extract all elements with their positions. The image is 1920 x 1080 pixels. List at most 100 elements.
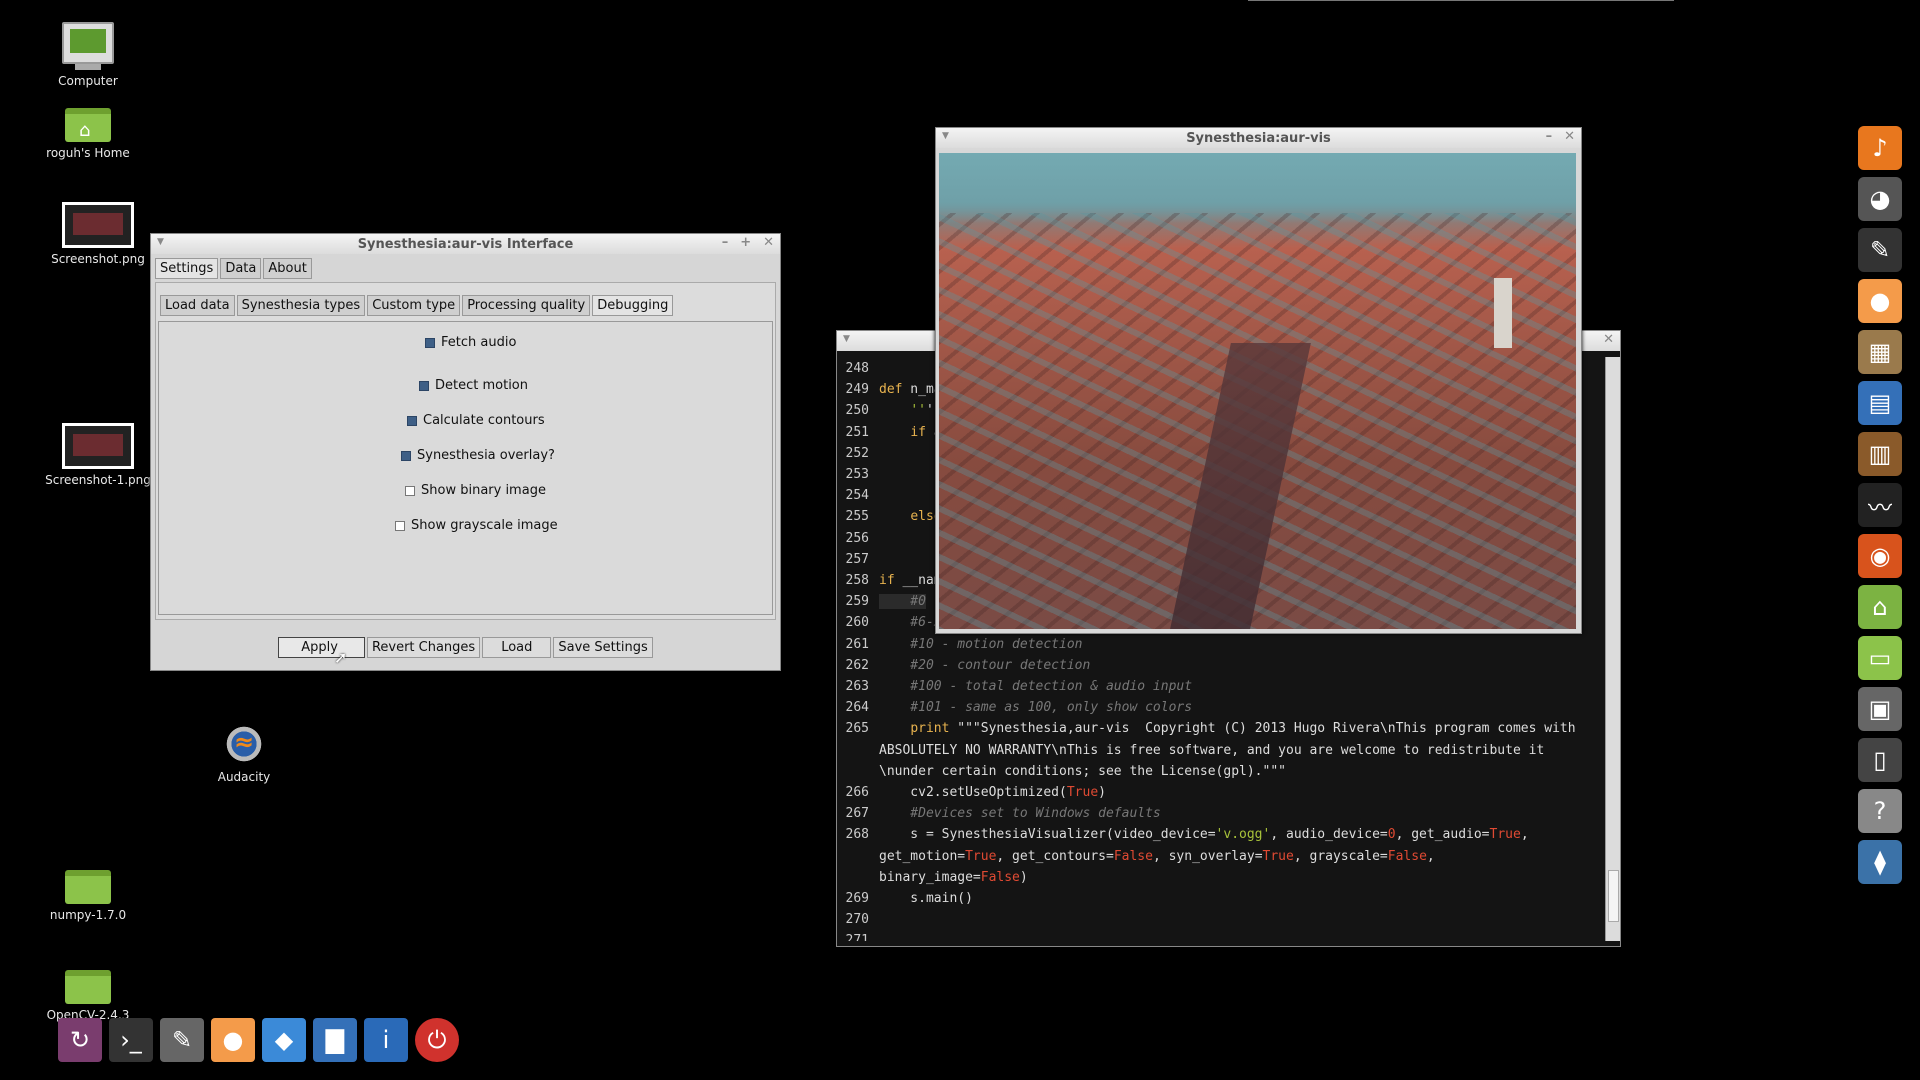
window-menu-icon[interactable]: ▼ [157, 237, 164, 247]
option-synesthesia-overlay[interactable]: Synesthesia overlay? [401, 448, 555, 463]
python-icon[interactable]: ⧫ [1858, 840, 1902, 884]
line-number: 266 [845, 785, 869, 800]
system-info-icon[interactable]: i [364, 1018, 408, 1062]
maximize-icon[interactable]: + [740, 235, 751, 250]
tab-synesthesia-types[interactable]: Synesthesia types [236, 295, 366, 316]
video-window[interactable]: ▼ Synesthesia:aur-vis – ✕ [935, 127, 1582, 634]
code-line[interactable]: #101 - same as 100, only show colors [879, 700, 1192, 715]
code-line[interactable]: binary_image=False) [879, 870, 1028, 885]
desktop-icon-numpy[interactable]: numpy-1.7.0 [33, 870, 143, 922]
settings-titlebar[interactable]: ▼ Synesthesia:aur-vis Interface – + ✕ [151, 234, 780, 254]
code-line[interactable]: def n_ma [879, 382, 942, 397]
desktop-icon-audacity[interactable]: Audacity [189, 722, 299, 784]
code-line[interactable]: else [879, 509, 941, 524]
dropbox-icon[interactable]: ◆ [262, 1018, 306, 1062]
debugging-panel: Fetch audio Detect motion Calculate cont… [158, 321, 773, 615]
scrollbar-thumb[interactable] [1608, 870, 1619, 922]
code-line[interactable]: \nunder certain conditions; see the Lice… [879, 764, 1286, 779]
home-folder-icon[interactable]: ⌂ [1858, 585, 1902, 629]
code-line[interactable]: get_motion=True, get_contours=False, syn… [879, 849, 1435, 864]
document-icon[interactable]: ▤ [1858, 381, 1902, 425]
code-line[interactable]: print """Synesthesia,aur-vis Copyright (… [879, 721, 1575, 736]
window-menu-icon[interactable]: ▼ [942, 131, 949, 141]
checkbox[interactable] [401, 450, 411, 461]
desktop-icon-label: Audacity [217, 770, 271, 784]
code-line[interactable]: #10 - motion detection [879, 637, 1082, 652]
video-titlebar[interactable]: ▼ Synesthesia:aur-vis – ✕ [936, 128, 1581, 148]
window-menu-icon[interactable]: ▼ [843, 334, 850, 344]
desktop-icon-computer[interactable]: Computer [33, 22, 143, 88]
code-line[interactable]: ABSOLUTELY NO WARRANTY\nThis is free sof… [879, 743, 1544, 758]
code-line[interactable]: #20 - contour detection [879, 658, 1090, 673]
library-icon[interactable]: ▥ [1858, 432, 1902, 476]
terminal-windows-icon[interactable]: ▯ [1858, 738, 1902, 782]
tab-processing-quality[interactable]: Processing quality [462, 295, 591, 316]
desktop-icon-screenshot-1[interactable]: Screenshot-1.png [43, 423, 153, 487]
inkscape-icon[interactable]: ✎ [1858, 228, 1902, 272]
code-line[interactable]: if a [879, 425, 941, 440]
code-line[interactable]: cv2.setUseOptimized(True) [879, 785, 1106, 800]
save-settings-button[interactable]: Save Settings [553, 637, 653, 658]
minimize-icon[interactable]: – [1546, 129, 1553, 144]
desktop-icon-opencv[interactable]: OpenCV-2.4.3 [33, 970, 143, 1022]
option-fetch-audio[interactable]: Fetch audio [425, 335, 516, 350]
code-line[interactable]: #6-5 [879, 615, 941, 630]
code-line[interactable]: #0 [879, 594, 926, 610]
tab-debugging[interactable]: Debugging [592, 295, 674, 316]
close-icon[interactable]: ✕ [763, 235, 774, 250]
tab-custom-type[interactable]: Custom type [367, 295, 461, 316]
desktop-icon-screenshot[interactable]: Screenshot.png [43, 202, 153, 266]
tab-load-data[interactable]: Load data [160, 295, 235, 316]
text-editor-icon[interactable]: ✎ [160, 1018, 204, 1062]
tab-data[interactable]: Data [220, 258, 262, 279]
apply-button[interactable]: Apply [278, 637, 365, 658]
system-stats-icon[interactable]: ▇ [313, 1018, 357, 1062]
audacity-icon [222, 722, 266, 766]
update-manager-icon[interactable]: ↻ [58, 1018, 102, 1062]
option-detect-motion[interactable]: Detect motion [419, 378, 528, 393]
gimp-icon[interactable]: ◕ [1858, 177, 1902, 221]
system-monitor-icon[interactable]: 〰 [1858, 483, 1902, 527]
code-line[interactable]: #Devices set to Windows defaults [879, 806, 1160, 821]
line-number: 254 [845, 488, 869, 504]
archive-manager-icon[interactable]: ▦ [1858, 330, 1902, 374]
mint-menu-icon[interactable]: ● [211, 1018, 255, 1062]
firefox-icon[interactable]: ◉ [1858, 534, 1902, 578]
line-number: 248 [845, 361, 869, 376]
settings-window[interactable]: ▼ Synesthesia:aur-vis Interface – + ✕ Se… [150, 233, 781, 671]
checkbox[interactable] [425, 337, 435, 348]
vertical-scrollbar[interactable] [1605, 357, 1620, 941]
code-line[interactable]: if __nam [879, 573, 942, 588]
code-line[interactable]: s.main() [879, 891, 973, 906]
mint-icon[interactable]: ● [1858, 279, 1902, 323]
checkbox[interactable] [419, 380, 429, 391]
terminal-icon[interactable]: ›_ [109, 1018, 153, 1062]
folder-icon[interactable]: ▭ [1858, 636, 1902, 680]
desktop-icon-home[interactable]: ⌂ roguh's Home [33, 108, 143, 160]
help-icon[interactable]: ? [1858, 789, 1902, 833]
settings-panel: Load data Synesthesia types Custom type … [155, 282, 776, 620]
file-manager-icon[interactable]: ▣ [1858, 687, 1902, 731]
option-label: Synesthesia overlay? [417, 448, 555, 463]
tab-settings[interactable]: Settings [155, 258, 219, 279]
minimize-icon[interactable]: – [722, 235, 729, 250]
checkbox[interactable] [407, 415, 417, 426]
load-button[interactable]: Load [482, 637, 552, 658]
power-icon[interactable]: ⏻ [415, 1018, 459, 1062]
revert-changes-button[interactable]: Revert Changes [366, 637, 481, 658]
audacious-icon[interactable]: ♪ [1858, 126, 1902, 170]
line-number: 271 [845, 933, 869, 941]
code-line[interactable]: s = SynesthesiaVisualizer(video_device='… [879, 827, 1528, 842]
close-icon[interactable]: ✕ [1603, 332, 1614, 347]
checkbox[interactable] [395, 520, 405, 531]
window-title: Synesthesia:aur-vis [1186, 130, 1331, 146]
tab-about[interactable]: About [263, 258, 312, 279]
line-number: 265 [845, 721, 869, 737]
option-calculate-contours[interactable]: Calculate contours [407, 413, 545, 428]
option-show-grayscale-image[interactable]: Show grayscale image [395, 518, 558, 533]
option-show-binary-image[interactable]: Show binary image [405, 483, 546, 498]
checkbox[interactable] [405, 485, 415, 496]
close-icon[interactable]: ✕ [1564, 129, 1575, 144]
code-line[interactable]: #100 - total detection & audio input [879, 679, 1192, 694]
code-line[interactable]: '''F [879, 403, 941, 418]
